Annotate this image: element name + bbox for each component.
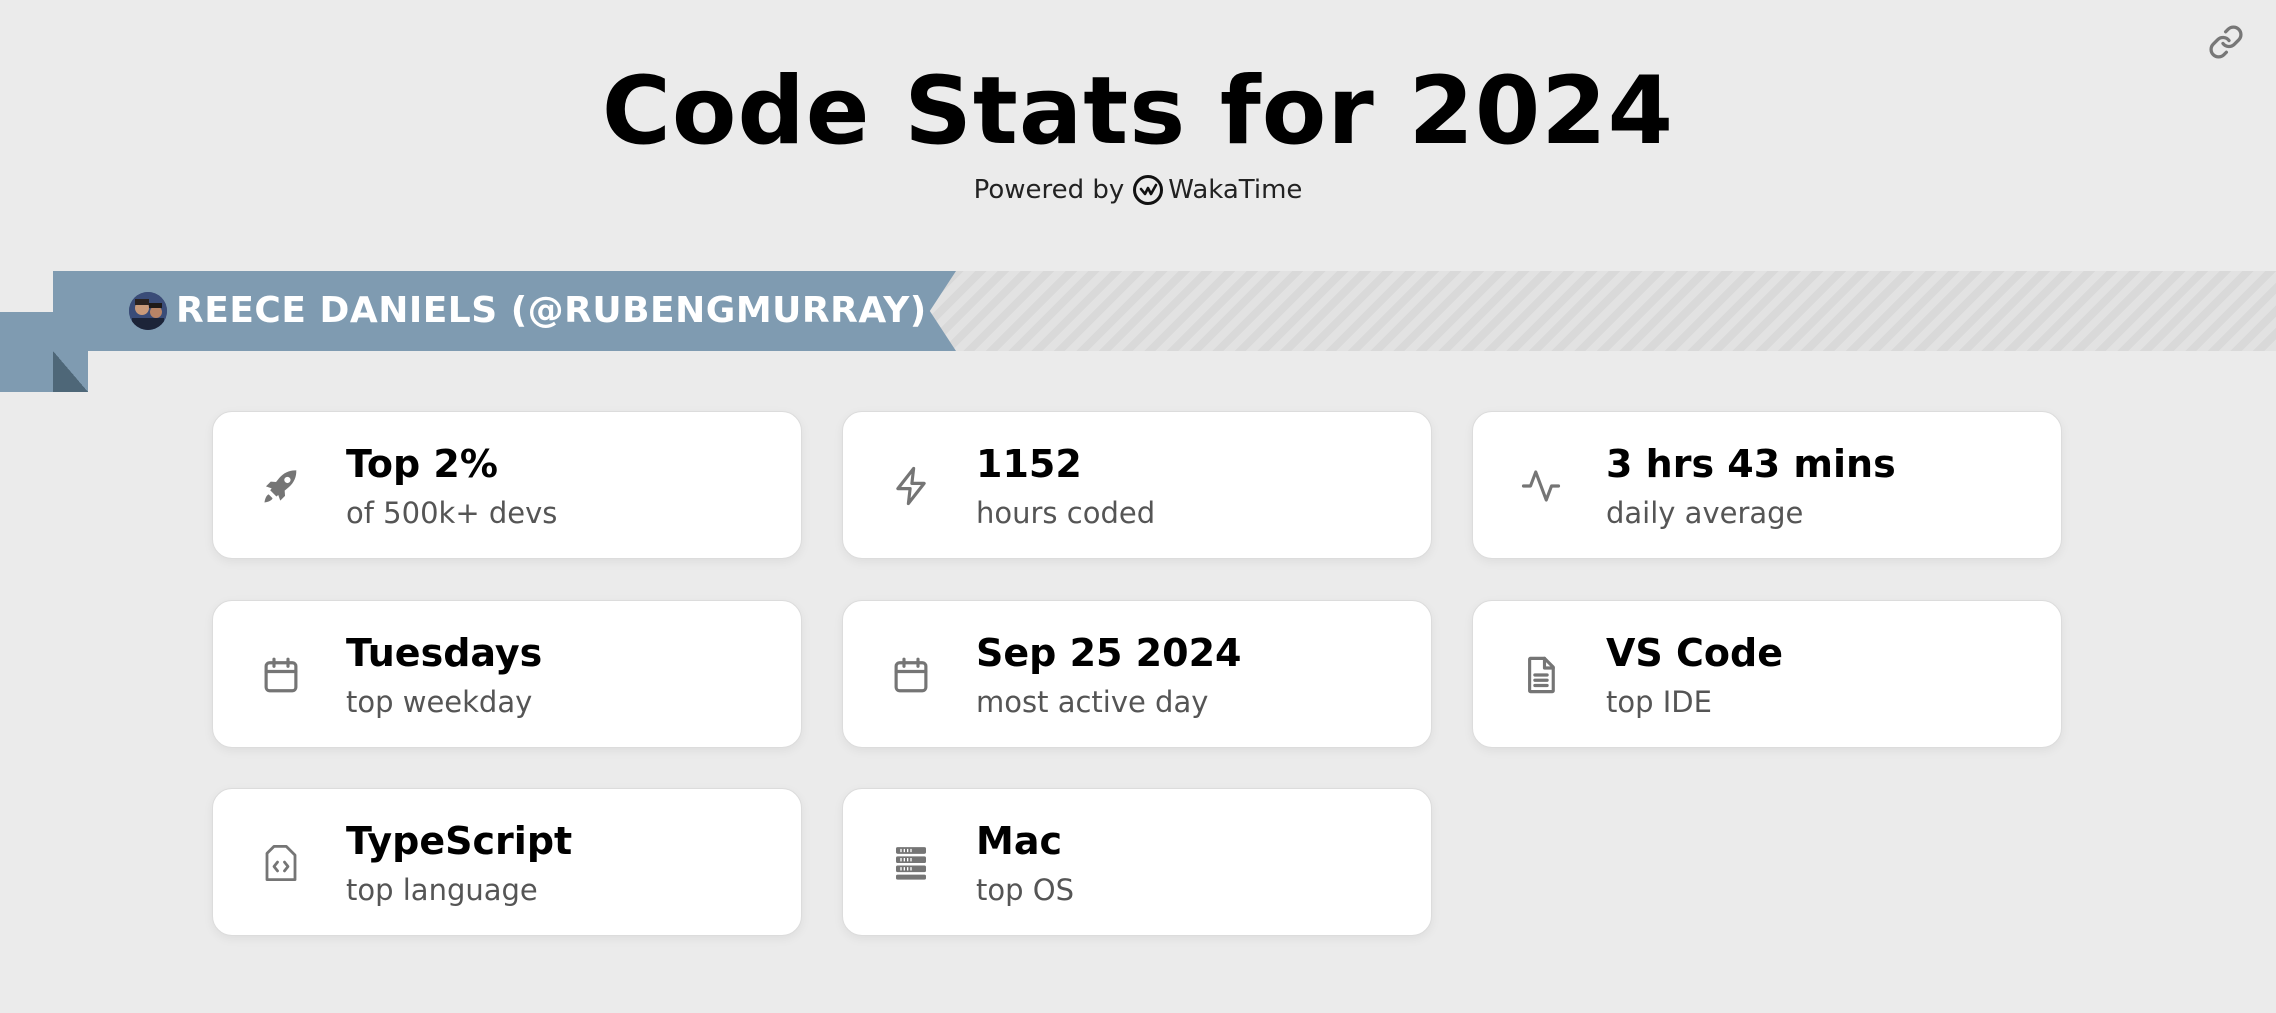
stat-label: top language: [346, 873, 538, 907]
wakatime-link[interactable]: WakaTime: [1132, 174, 1302, 206]
stat-value: Tuesdays: [346, 631, 543, 675]
ribbon-stripe-band: [930, 271, 2276, 351]
stat-card-ide: VS Code top IDE: [1472, 600, 2062, 748]
powered-by: Powered by WakaTime: [0, 174, 2276, 206]
calendar-icon: [887, 651, 935, 699]
stat-card-rank: Top 2% of 500k+ devs: [212, 411, 802, 559]
link-icon[interactable]: [2208, 24, 2244, 60]
code-file-icon: [257, 839, 305, 887]
user-name: REECE DANIELS (@RUBENGMURRAY): [176, 290, 927, 331]
document-icon: [1517, 651, 1565, 699]
stat-value: Mac: [976, 819, 1062, 863]
activity-icon: [1517, 462, 1565, 510]
stat-label: hours coded: [976, 496, 1156, 530]
stat-value: 1152: [976, 442, 1082, 486]
lightning-icon: [887, 462, 935, 510]
stat-card-language: TypeScript top language: [212, 788, 802, 936]
stat-label: most active day: [976, 685, 1209, 719]
stat-card-daily-average: 3 hrs 43 mins daily average: [1472, 411, 2062, 559]
stat-value: Top 2%: [346, 442, 498, 486]
stat-label: daily average: [1606, 496, 1804, 530]
page-title: Code Stats for 2024: [601, 57, 1675, 166]
stat-card-os: Mac top OS: [842, 788, 1432, 936]
wakatime-logo-icon: [1133, 175, 1164, 205]
rocket-icon: [257, 462, 305, 510]
calendar-icon: [257, 651, 305, 699]
server-icon: [887, 839, 935, 887]
powered-by-label: Powered by: [973, 175, 1125, 205]
stat-label: top OS: [976, 873, 1074, 907]
stat-value: 3 hrs 43 mins: [1606, 442, 1896, 486]
stat-label: top IDE: [1606, 685, 1712, 719]
avatar: [129, 292, 167, 330]
stat-value: TypeScript: [346, 819, 573, 863]
stat-value: Sep 25 2024: [976, 631, 1242, 675]
stat-value: VS Code: [1606, 631, 1783, 675]
ribbon-fold: [53, 351, 88, 392]
stat-card-hours: 1152 hours coded: [842, 411, 1432, 559]
stat-card-active-day: Sep 25 2024 most active day: [842, 600, 1432, 748]
stat-card-weekday: Tuesdays top weekday: [212, 600, 802, 748]
stat-label: of 500k+ devs: [346, 496, 558, 530]
wakatime-brand: WakaTime: [1168, 175, 1303, 205]
stat-label: top weekday: [346, 685, 533, 719]
